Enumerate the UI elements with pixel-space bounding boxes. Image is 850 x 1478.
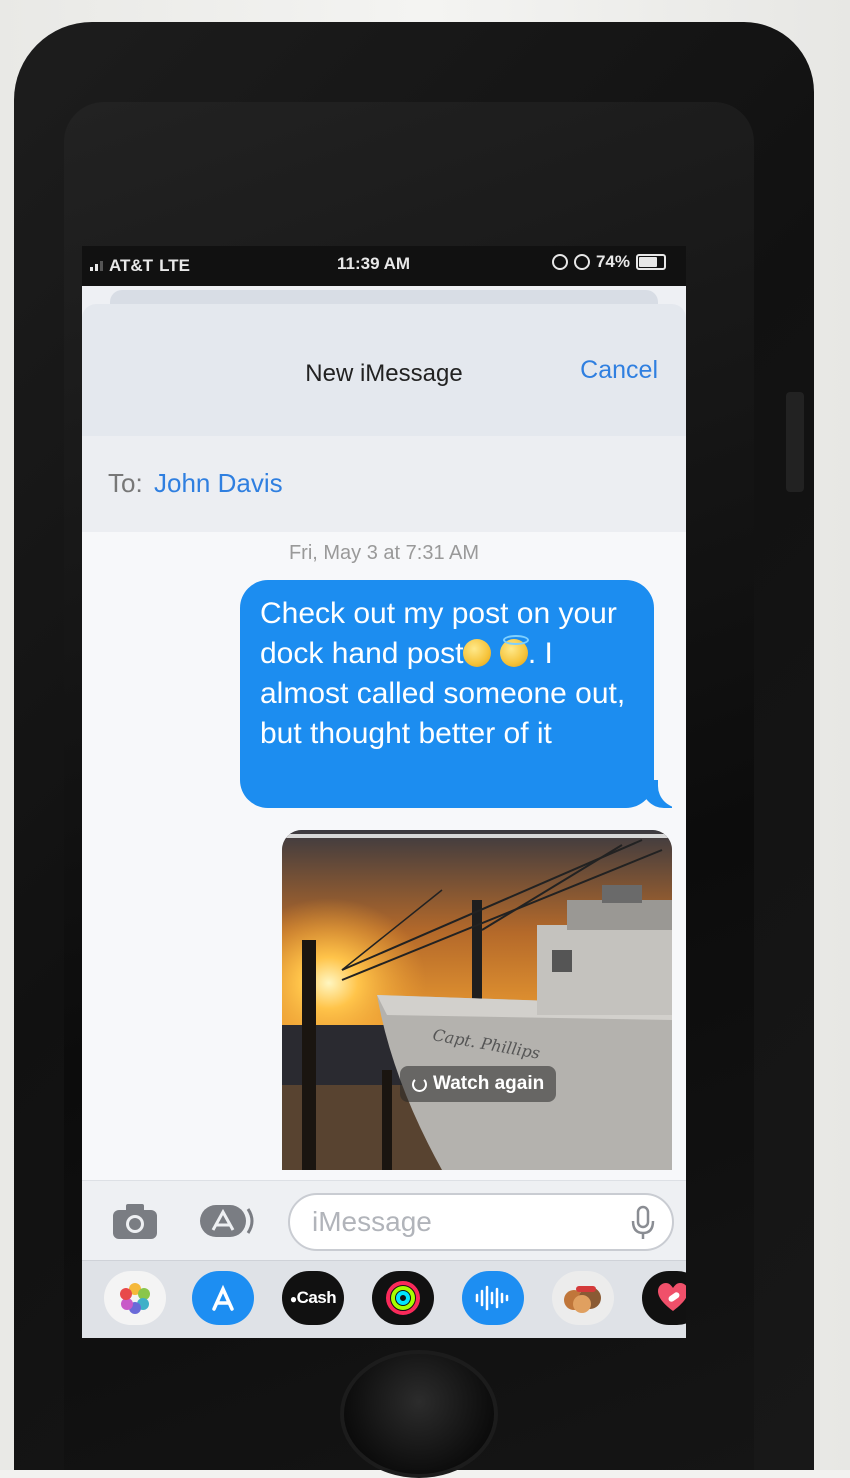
recipient-name[interactable]: John Davis	[154, 468, 283, 499]
message-text-part1: Check out my post on your dock hand post	[260, 597, 617, 670]
battery-percent: 74%	[595, 252, 630, 271]
status-bar: AT&T LTE 11:39 AM 74%	[82, 246, 686, 286]
new-message-sheet: New iMessage Cancel To: John Davis Fri, …	[82, 304, 686, 1338]
activity-icon	[386, 1281, 420, 1315]
smiling-halo-emoji-icon	[499, 635, 529, 667]
camera-icon[interactable]	[110, 1201, 160, 1241]
signal-icon	[90, 261, 103, 271]
carrier-label: AT&T	[109, 256, 154, 275]
app-store-icon	[212, 1284, 234, 1311]
video-attachment[interactable]: Capt. Phillips Watch again	[282, 830, 672, 1170]
home-button[interactable]	[340, 1350, 498, 1478]
grinning-emoji-icon	[463, 639, 492, 667]
message-input[interactable]	[288, 1193, 674, 1251]
cancel-button[interactable]: Cancel	[580, 356, 658, 385]
battery-icon	[636, 254, 666, 270]
compose-bar	[82, 1180, 686, 1261]
app-store-app-button[interactable]	[192, 1271, 254, 1325]
message-timestamp: Fri, May 3 at 7:31 AM	[288, 542, 480, 564]
network-label: LTE	[159, 256, 190, 275]
location-icon	[551, 254, 568, 270]
status-time: 11:39 AM	[337, 254, 411, 273]
watch-again-button[interactable]: Watch again	[400, 1066, 557, 1102]
photos-icon	[120, 1283, 150, 1314]
microphone-icon[interactable]	[630, 1205, 656, 1241]
nav-bar: New iMessage Cancel	[82, 304, 686, 437]
conversation-area: Fri, May 3 at 7:31 AM Check out my post …	[82, 532, 686, 1180]
app-store-icon[interactable]	[198, 1201, 258, 1241]
to-label: To:	[108, 468, 143, 498]
apple-cash-icon: ●Cash	[289, 1288, 337, 1307]
memoji-app-button[interactable]	[552, 1271, 614, 1325]
cash-label: Cash	[296, 1288, 337, 1307]
photos-app-button[interactable]	[104, 1271, 166, 1325]
alarm-icon	[573, 254, 590, 270]
audio-message-icon	[475, 1285, 509, 1311]
phone-screen: AT&T LTE 11:39 AM 74% New iMessage Cance…	[82, 246, 686, 1338]
apple-cash-app-button[interactable]: ●Cash	[282, 1271, 344, 1325]
recipient-field[interactable]: To: John Davis	[82, 436, 686, 533]
sunset-boat-image: Capt. Phillips	[282, 830, 672, 1170]
replay-icon	[412, 1076, 427, 1092]
audio-message-app-button[interactable]	[462, 1271, 524, 1325]
activity-app-button[interactable]	[372, 1271, 434, 1325]
sent-message-bubble[interactable]: Check out my post on your dock hand post…	[240, 580, 654, 808]
watch-again-label: Watch again	[433, 1073, 545, 1094]
digital-touch-app-button[interactable]	[642, 1271, 686, 1325]
digital-touch-icon	[658, 1283, 686, 1311]
side-button	[786, 392, 804, 492]
app-drawer: ●Cash	[82, 1260, 686, 1338]
memoji-icon	[564, 1286, 601, 1313]
